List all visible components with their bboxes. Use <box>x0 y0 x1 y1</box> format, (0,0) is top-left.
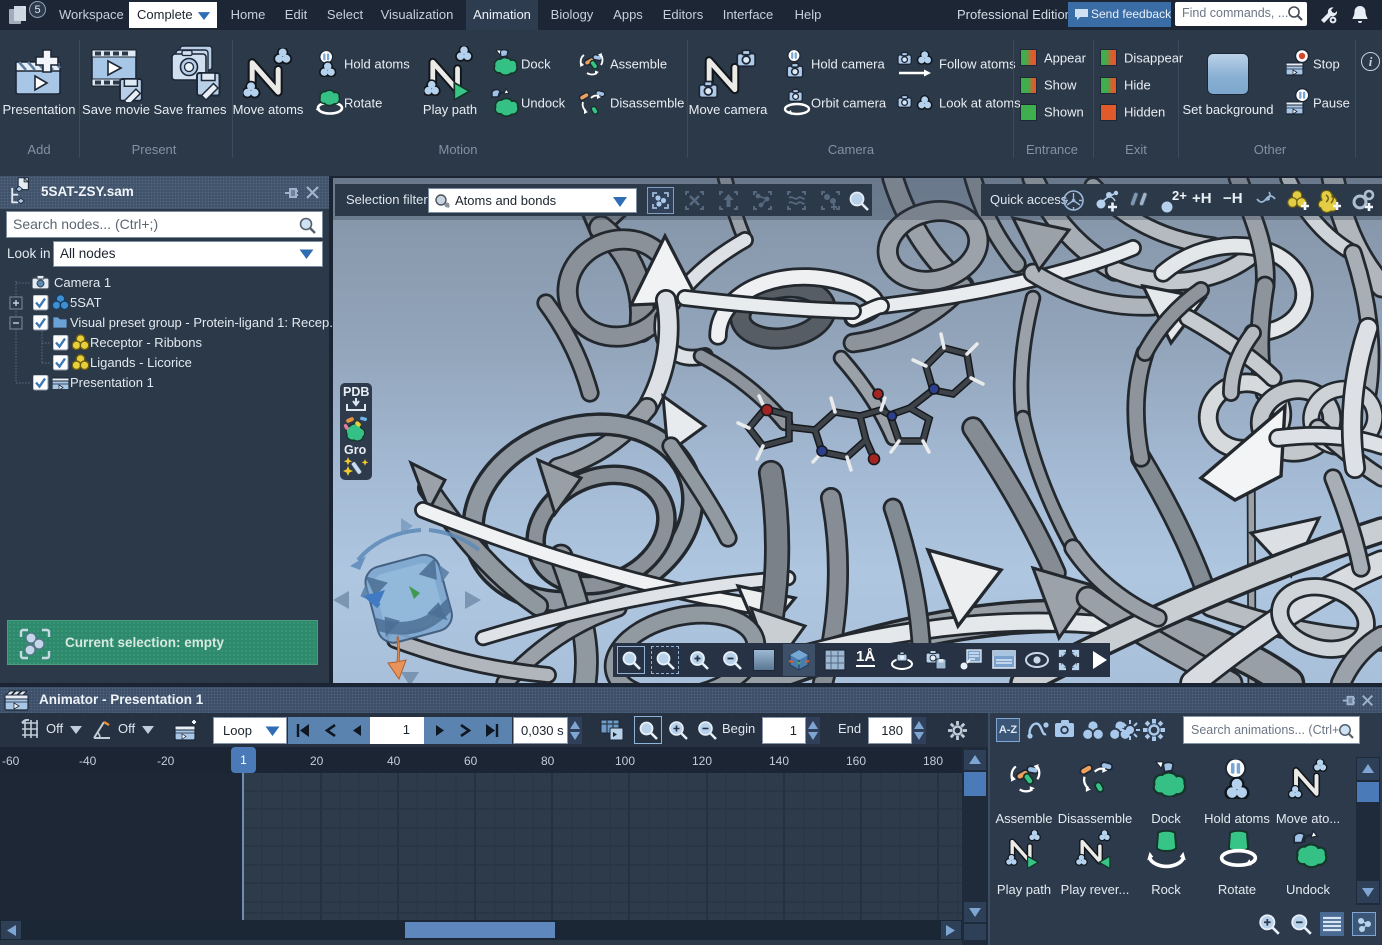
svg-text:2+: 2+ <box>1172 188 1187 203</box>
